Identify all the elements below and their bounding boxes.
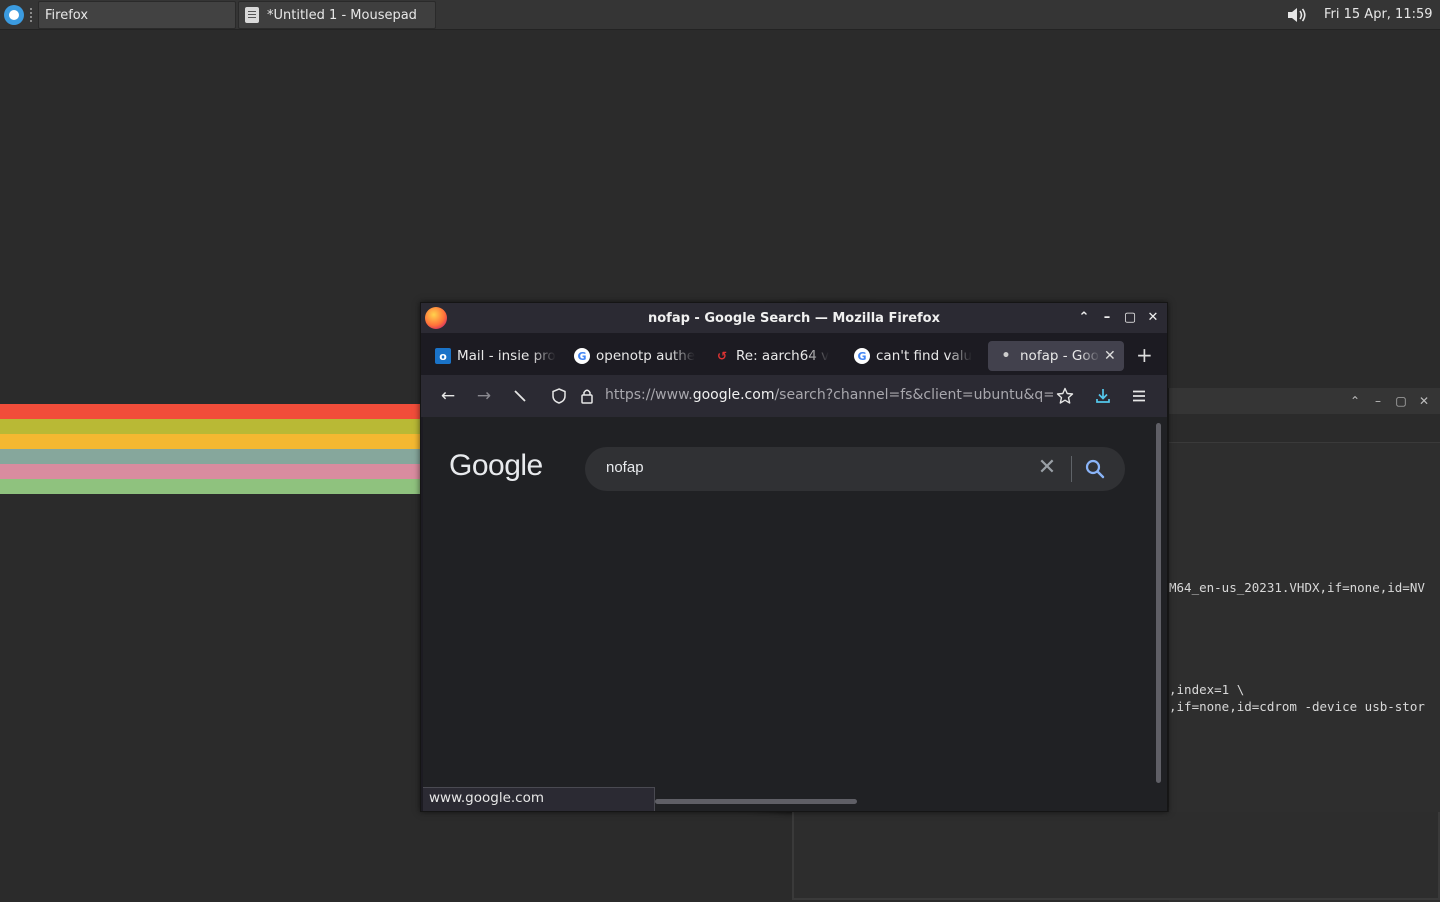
horizontal-scrollbar[interactable] xyxy=(655,799,857,804)
tab-cant-find[interactable]: G can't find valu xyxy=(854,341,980,371)
search-icon[interactable] xyxy=(1083,457,1107,481)
hamburger-menu-icon[interactable] xyxy=(1129,386,1149,406)
volume-icon[interactable] xyxy=(1286,6,1308,24)
wallpaper-stripe xyxy=(0,464,420,479)
wallpaper-stripe xyxy=(0,479,420,494)
firefox-titlebar[interactable]: nofap - Google Search — Mozilla Firefox … xyxy=(421,303,1167,333)
terminal-titlebar[interactable]: ⌃ – ▢ ✕ xyxy=(1169,388,1440,414)
taskbar-item-mousepad[interactable]: *Untitled 1 - Mousepad xyxy=(238,1,436,29)
search-input[interactable]: nofap ✕ xyxy=(585,447,1125,491)
minimize-icon[interactable]: – xyxy=(1371,394,1385,408)
tab-label: Mail - insie pro xyxy=(457,348,556,364)
stop-loading-icon[interactable] xyxy=(510,386,530,406)
tab-label: can't find valu xyxy=(876,348,973,364)
taskbar-item-label: Firefox xyxy=(45,7,89,23)
bookmark-star-icon[interactable] xyxy=(1055,386,1075,406)
tab-nofap[interactable]: • nofap - Goog ✕ xyxy=(988,341,1124,371)
navigation-toolbar: ← → https://www.google.com/search?channe… xyxy=(421,375,1167,417)
page-content[interactable]: Google nofap ✕ www.google.com xyxy=(423,417,1167,811)
terminal-line: ,if=none,id=cdrom -device usb-stor xyxy=(1169,699,1425,714)
loading-icon: • xyxy=(1001,348,1011,364)
tab-label: Re: aarch64 v xyxy=(736,348,830,364)
text-editor-icon xyxy=(245,7,259,23)
taskbar-item-label: *Untitled 1 - Mousepad xyxy=(267,7,417,23)
link-status-panel: www.google.com xyxy=(423,787,655,811)
wallpaper-stripe xyxy=(0,449,420,464)
tab-openotp[interactable]: G openotp authe xyxy=(574,341,700,371)
search-divider xyxy=(1071,456,1072,482)
new-tab-icon[interactable]: + xyxy=(1136,343,1153,367)
downloads-icon[interactable] xyxy=(1093,386,1113,406)
wallpaper-stripe xyxy=(0,419,420,434)
search-query[interactable]: nofap xyxy=(606,459,644,476)
close-icon[interactable]: ✕ xyxy=(1417,394,1431,408)
google-logo[interactable]: Google xyxy=(449,449,543,483)
wallpaper-stripe xyxy=(0,434,420,449)
url-path: /search?channel=fs&client=ubuntu&q= xyxy=(774,387,1053,403)
top-panel: 4 Firefox *Untitled 1 - Mousepad Fri 15 … xyxy=(0,0,1440,817)
clear-search-icon[interactable]: ✕ xyxy=(1035,457,1059,481)
wallpaper-stripe xyxy=(0,404,420,419)
terminal-line: ,index=1 \ xyxy=(1169,682,1245,697)
close-tab-icon[interactable]: ✕ xyxy=(1104,348,1116,364)
terminal-window-lower-edge xyxy=(792,812,1440,900)
outlook-icon: o xyxy=(435,348,451,364)
url-prefix: https://www. xyxy=(605,387,693,403)
tab-mail[interactable]: o Mail - insie pro xyxy=(435,341,561,371)
tracking-protection-shield-icon[interactable] xyxy=(549,386,569,406)
google-icon: G xyxy=(854,348,870,364)
back-icon[interactable]: ← xyxy=(438,386,458,406)
tab-label: openotp authe xyxy=(596,348,696,364)
maximize-icon[interactable]: ▢ xyxy=(1394,394,1408,408)
google-icon: G xyxy=(574,348,590,364)
roll-up-icon[interactable]: ⌃ xyxy=(1076,310,1092,326)
tab-label: nofap - Goog xyxy=(1020,348,1100,364)
firefox-window[interactable]: nofap - Google Search — Mozilla Firefox … xyxy=(420,302,1168,812)
redirect-icon: ↺ xyxy=(716,349,728,363)
clock[interactable]: Fri 15 Apr, 11:59 xyxy=(1324,7,1433,22)
panel-separator xyxy=(30,8,34,22)
url-bar[interactable]: https://www.google.com/search?channel=fs… xyxy=(605,387,1053,407)
window-title: nofap - Google Search — Mozilla Firefox xyxy=(647,310,941,326)
vertical-scrollbar[interactable] xyxy=(1156,423,1161,783)
lock-icon[interactable] xyxy=(577,386,597,406)
forward-icon[interactable]: → xyxy=(474,386,494,406)
url-host: google.com xyxy=(692,387,775,403)
terminal-line: M64_en-us_20231.VHDX,if=none,id=NV xyxy=(1169,580,1425,595)
roll-up-icon[interactable]: ⌃ xyxy=(1348,394,1362,408)
tab-aarch64[interactable]: ↺ Re: aarch64 v xyxy=(714,341,840,371)
tab-strip: o Mail - insie pro G openotp authe ↺ Re:… xyxy=(421,333,1167,375)
taskbar-item-firefox[interactable]: 4 Firefox xyxy=(38,1,1210,817)
firefox-logo-icon[interactable] xyxy=(425,307,447,329)
maximize-icon[interactable]: ▢ xyxy=(1122,310,1138,326)
close-icon[interactable]: ✕ xyxy=(1145,310,1161,326)
minimize-icon[interactable]: – xyxy=(1099,310,1115,326)
applications-menu-icon[interactable] xyxy=(4,5,24,25)
